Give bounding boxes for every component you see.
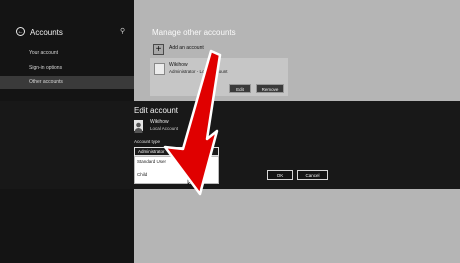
- red-arrow-icon: [163, 49, 222, 196]
